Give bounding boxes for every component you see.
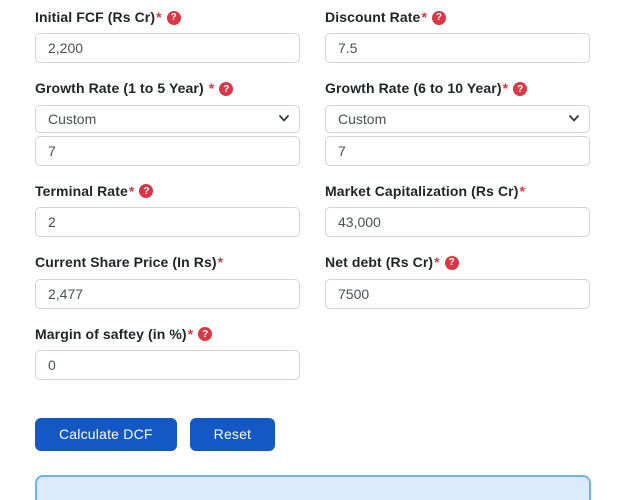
chevron-down-icon [569, 115, 579, 122]
market-cap-label-text: Market Capitalization (Rs Cr) [325, 184, 519, 199]
field-net-debt: Net debt (Rs Cr)* ? [325, 255, 590, 308]
growth-rate-6-10-label-text: Growth Rate (6 to 10 Year) [325, 81, 502, 96]
field-margin-of-safety: Margin of saftey (in %)* ? [35, 327, 300, 380]
required-marker: * [129, 184, 135, 199]
required-marker: * [421, 10, 427, 25]
net-debt-label-text: Net debt (Rs Cr) [325, 255, 433, 270]
field-share-price: Current Share Price (In Rs)* [35, 255, 300, 308]
growth-rate-6-10-label: Growth Rate (6 to 10 Year)* ? [325, 81, 590, 96]
margin-of-safety-input[interactable] [35, 350, 300, 380]
required-marker: * [503, 81, 509, 96]
market-cap-label: Market Capitalization (Rs Cr)* [325, 184, 590, 199]
growth-rate-1-5-select[interactable]: Custom [35, 105, 300, 133]
growth-rate-6-10-input[interactable] [325, 136, 590, 166]
discount-rate-input[interactable] [325, 33, 590, 63]
growth-rate-6-10-select-value: Custom [338, 111, 386, 127]
dcf-result-box: DCF value per share: ₹ 3,046.51 (3.05 Th… [35, 475, 591, 500]
help-icon[interactable]: ? [219, 82, 233, 96]
calculate-dcf-button[interactable]: Calculate DCF [35, 418, 177, 451]
required-marker: * [218, 255, 224, 270]
dcf-calculator-form: Initial FCF (Rs Cr)* ? Discount Rate* ? … [0, 0, 640, 500]
share-price-label-text: Current Share Price (In Rs) [35, 255, 217, 270]
discount-rate-label: Discount Rate* ? [325, 10, 590, 25]
net-debt-label: Net debt (Rs Cr)* ? [325, 255, 590, 270]
field-initial-fcf: Initial FCF (Rs Cr)* ? [35, 10, 300, 63]
growth-rate-1-5-input[interactable] [35, 136, 300, 166]
field-growth-rate-1-5: Growth Rate (1 to 5 Year) * ? Custom [35, 81, 300, 165]
terminal-rate-label-text: Terminal Rate [35, 184, 128, 199]
growth-rate-1-5-label: Growth Rate (1 to 5 Year) * ? [35, 81, 300, 96]
initial-fcf-label: Initial FCF (Rs Cr)* ? [35, 10, 300, 25]
help-icon[interactable]: ? [167, 11, 181, 25]
button-row: Calculate DCF Reset [35, 418, 640, 451]
net-debt-input[interactable] [325, 279, 590, 309]
help-icon[interactable]: ? [445, 256, 459, 270]
help-icon[interactable]: ? [139, 184, 153, 198]
help-icon[interactable]: ? [198, 327, 212, 341]
margin-of-safety-label-text: Margin of saftey (in %) [35, 327, 187, 342]
chevron-down-icon [279, 115, 289, 122]
share-price-label: Current Share Price (In Rs)* [35, 255, 300, 270]
required-marker: * [188, 327, 194, 342]
margin-of-safety-label: Margin of saftey (in %)* ? [35, 327, 300, 342]
field-market-cap: Market Capitalization (Rs Cr)* [325, 184, 590, 237]
terminal-rate-label: Terminal Rate* ? [35, 184, 300, 199]
share-price-input[interactable] [35, 279, 300, 309]
growth-rate-6-10-select[interactable]: Custom [325, 105, 590, 133]
field-discount-rate: Discount Rate* ? [325, 10, 590, 63]
form-grid: Initial FCF (Rs Cr)* ? Discount Rate* ? … [35, 10, 640, 398]
help-icon[interactable]: ? [432, 11, 446, 25]
required-marker: * [156, 10, 162, 25]
empty-cell [325, 327, 590, 398]
growth-rate-1-5-label-text: Growth Rate (1 to 5 Year) [35, 81, 204, 96]
terminal-rate-input[interactable] [35, 207, 300, 237]
help-icon[interactable]: ? [513, 82, 527, 96]
required-marker: * [209, 81, 215, 96]
required-marker: * [434, 255, 440, 270]
required-marker: * [520, 184, 526, 199]
field-terminal-rate: Terminal Rate* ? [35, 184, 300, 237]
field-growth-rate-6-10: Growth Rate (6 to 10 Year)* ? Custom [325, 81, 590, 165]
growth-rate-1-5-select-value: Custom [48, 111, 96, 127]
discount-rate-label-text: Discount Rate [325, 10, 420, 25]
initial-fcf-input[interactable] [35, 33, 300, 63]
market-cap-input[interactable] [325, 207, 590, 237]
reset-button[interactable]: Reset [190, 418, 276, 451]
initial-fcf-label-text: Initial FCF (Rs Cr) [35, 10, 155, 25]
